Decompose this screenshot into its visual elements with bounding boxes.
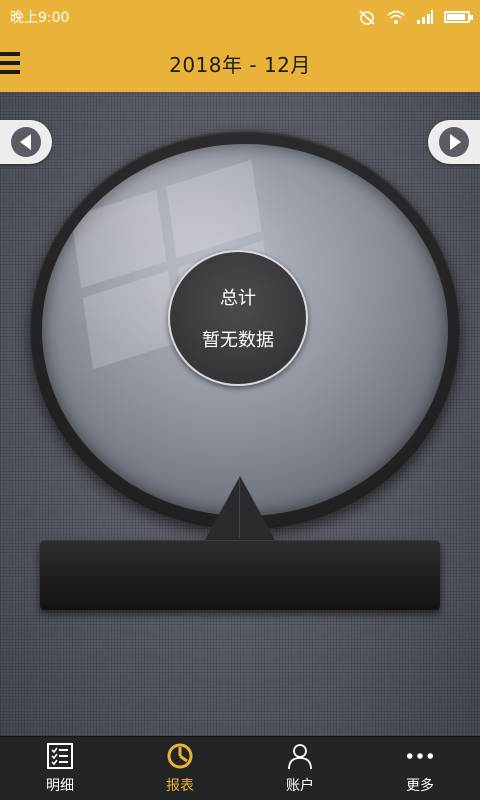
- total-value: 暂无数据: [202, 330, 274, 351]
- battery-level: [447, 14, 465, 20]
- pie-chart-icon: [167, 743, 193, 768]
- report-content: 总计 暂无数据: [0, 92, 480, 736]
- nav-item-label: 明细: [46, 777, 74, 794]
- menu-icon[interactable]: [0, 52, 20, 74]
- status-icons: [358, 9, 473, 25]
- next-month-button[interactable]: [428, 120, 480, 164]
- person-icon: [288, 743, 312, 769]
- list-icon: [47, 742, 73, 769]
- arrow-right-icon: [439, 127, 469, 157]
- status-bar: 晚上9:00: [0, 0, 480, 34]
- nav-item-reports[interactable]: 报表: [120, 737, 240, 800]
- nav-item-label: 更多: [406, 777, 434, 794]
- battery-icon: [444, 11, 473, 23]
- nav-item-details[interactable]: 明细: [0, 737, 120, 800]
- summary-disc: 总计 暂无数据: [168, 250, 308, 386]
- page-title: 2018年 - 12月: [169, 52, 311, 77]
- nav-item-label: 账户: [286, 777, 314, 794]
- chart-pointer: [205, 476, 275, 540]
- total-label: 总计: [220, 288, 256, 309]
- more-dots-icon: [406, 752, 434, 759]
- app-header: 2018年 - 12月: [0, 34, 480, 92]
- nav-item-label: 报表: [166, 777, 194, 794]
- wifi-icon: [387, 10, 405, 24]
- nav-item-more[interactable]: 更多: [360, 737, 480, 800]
- signal-icon: [417, 10, 433, 24]
- bottom-nav: 明细 报表 账户 更多: [0, 736, 480, 800]
- category-info-bar: [40, 540, 440, 610]
- nav-item-accounts[interactable]: 账户: [240, 737, 360, 800]
- alarm-off-icon: [359, 10, 375, 25]
- arrow-left-icon: [11, 127, 41, 157]
- status-time: 晚上9:00: [10, 10, 70, 26]
